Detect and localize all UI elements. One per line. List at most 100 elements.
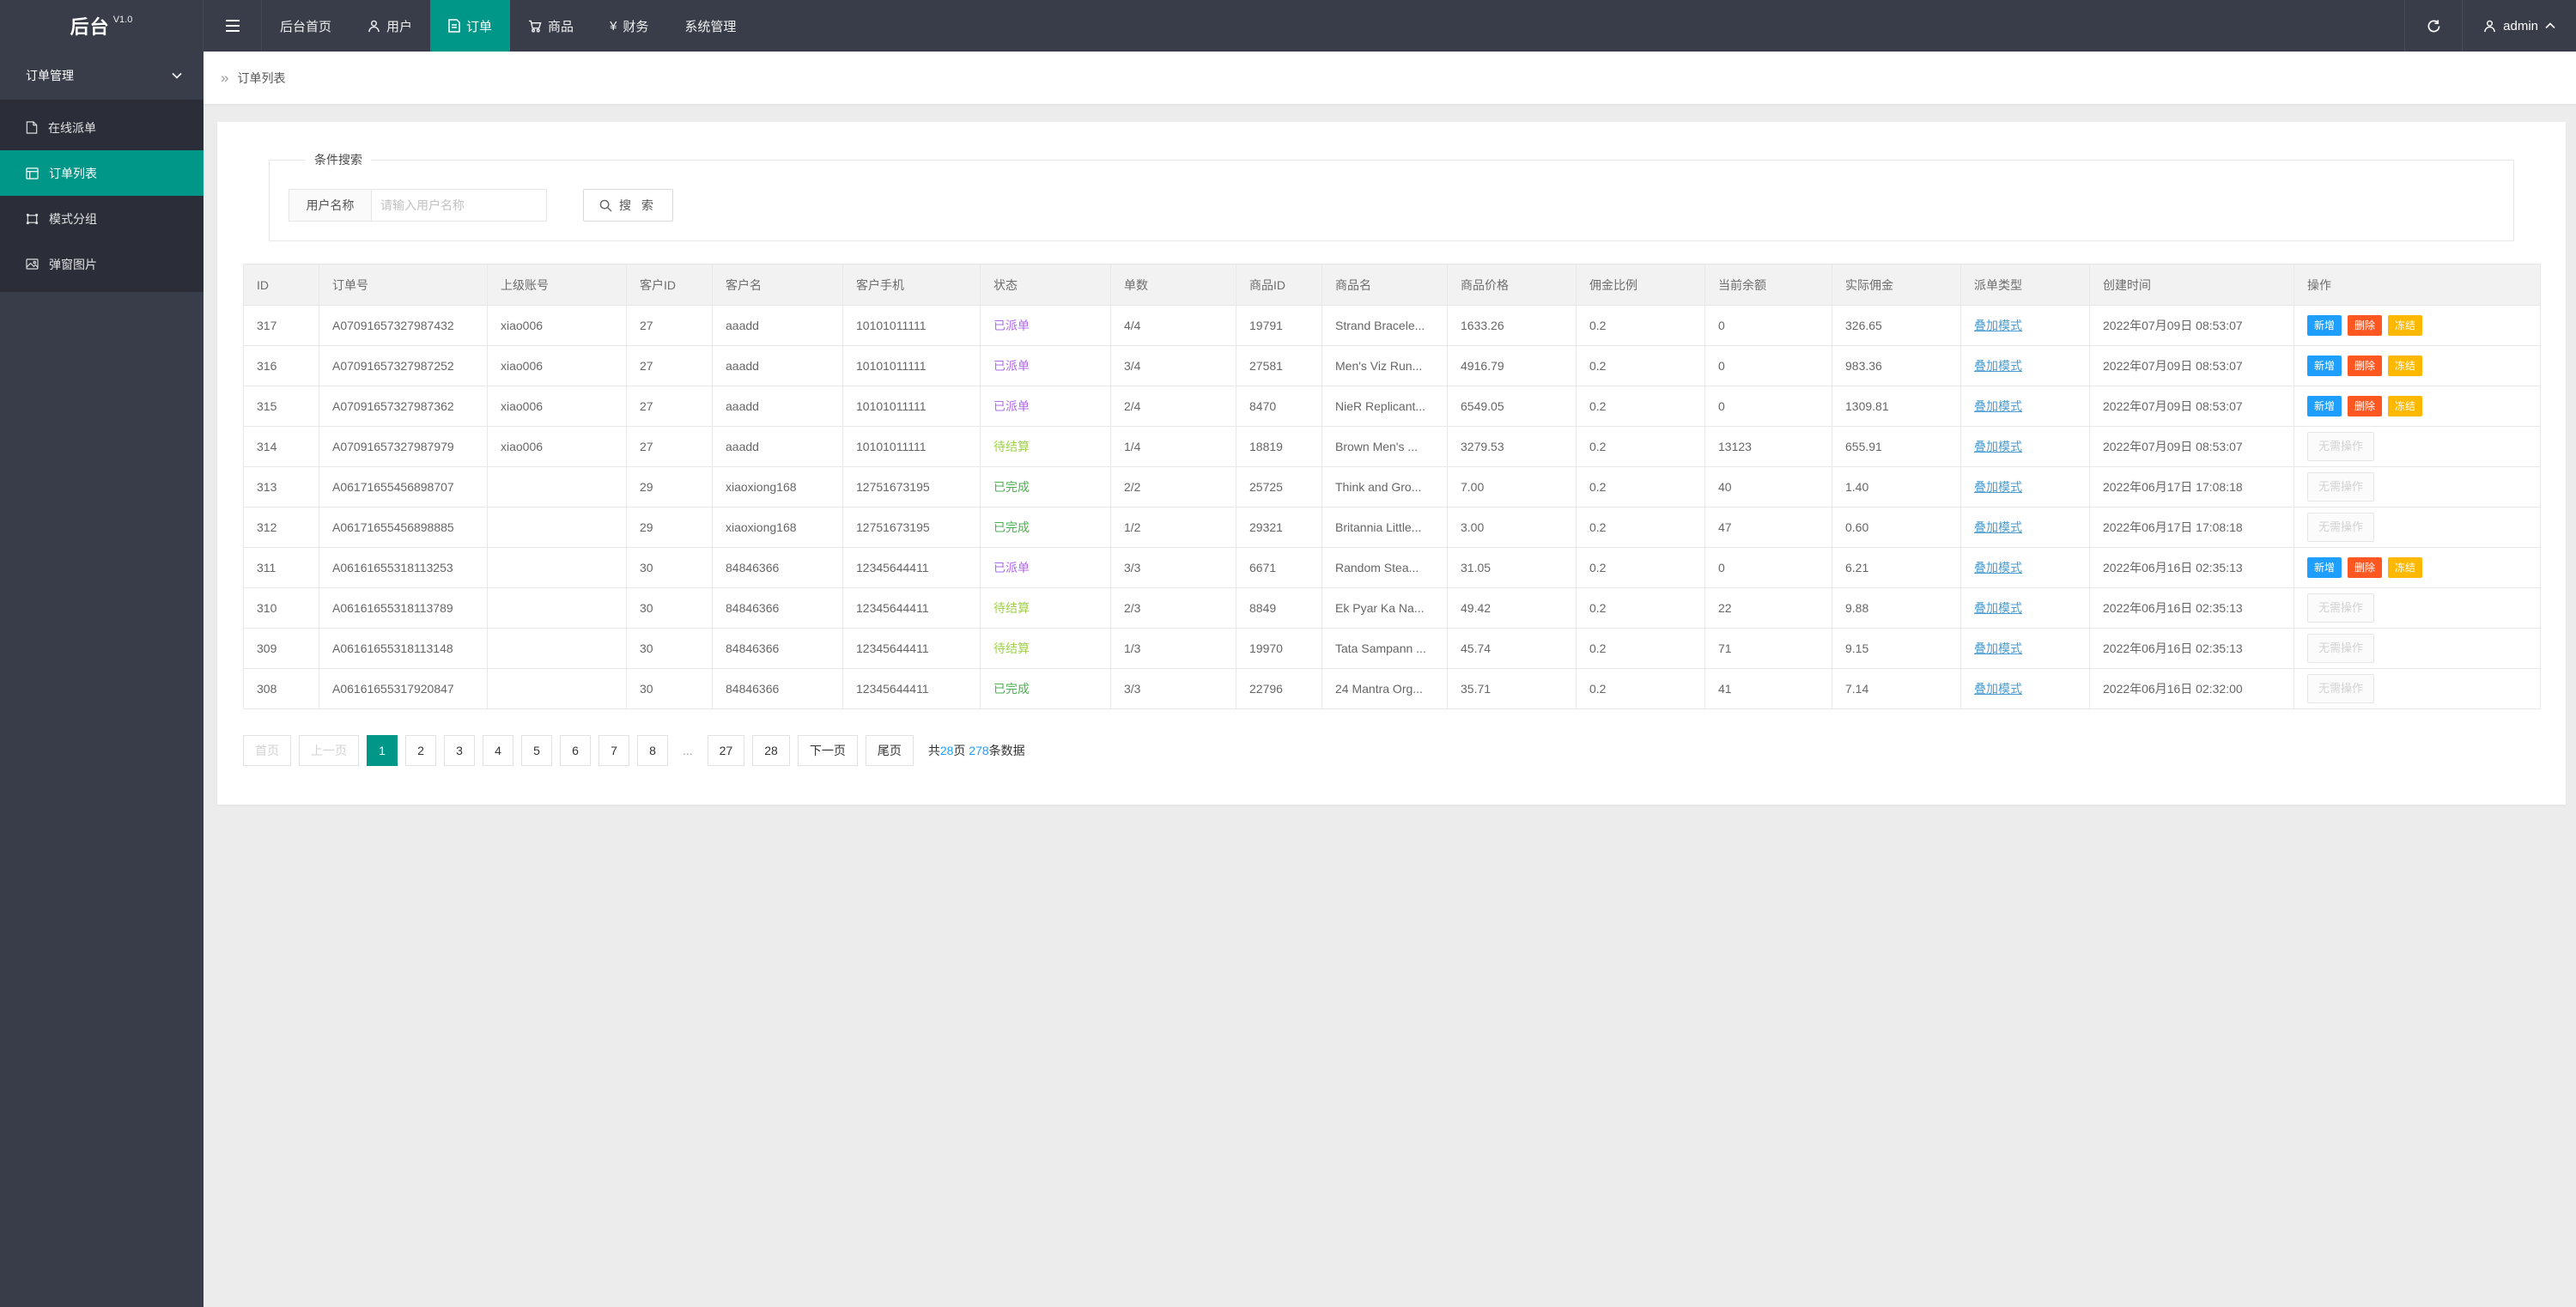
sidebar-item-popup-image[interactable]: 弹窗图片 [0, 241, 204, 287]
page-28-button[interactable]: 28 [752, 735, 790, 766]
add-button[interactable]: 新增 [2307, 557, 2342, 578]
sidebar-item-mode-group[interactable]: 模式分组 [0, 196, 204, 241]
column-header: 操作 [2293, 264, 2541, 306]
page-1-button[interactable]: 1 [367, 735, 398, 766]
cell-dispatch-type: 叠加模式 [1960, 466, 2090, 508]
add-button[interactable]: 新增 [2307, 356, 2342, 376]
pagination: 首页 上一页 1 2 3 4 5 6 7 8... 27 28 下一页 尾页 共28页 278条数… [243, 735, 2540, 766]
order-icon [448, 19, 460, 33]
column-header: 客户手机 [842, 264, 981, 306]
app-logo: 后台 V1.0 [0, 0, 204, 52]
cell-created-time: 2022年06月16日 02:35:13 [2089, 587, 2294, 629]
nav-item-finance[interactable]: ¥ 财务 [592, 0, 666, 52]
cell-order-no: A07091657327987979 [319, 426, 488, 467]
freeze-button[interactable]: 冻结 [2388, 557, 2423, 578]
cell-customer-name: 84846366 [712, 547, 843, 588]
cell-product-name: Think and Gro... [1321, 466, 1448, 508]
page-2-button[interactable]: 2 [405, 735, 436, 766]
next-page-button[interactable]: 下一页 [797, 735, 858, 766]
cell-product-price: 3279.53 [1447, 426, 1577, 467]
orders-table: ID 订单号 上级账号 客户ID 客户名 客户手机 状态 单数 商品ID 商品名 商品价格 佣金比例当… [243, 264, 2541, 709]
cell-customer-name: xiaoxiong168 [712, 507, 843, 548]
status-badge: 已派单 [993, 561, 1030, 574]
dispatch-type-link[interactable]: 叠加模式 [1974, 440, 2022, 453]
cell-customer-id: 30 [626, 587, 713, 629]
add-button[interactable]: 新增 [2307, 396, 2342, 416]
admin-menu[interactable]: admin [2463, 0, 2576, 52]
dispatch-type-link[interactable]: 叠加模式 [1974, 359, 2022, 373]
freeze-button[interactable]: 冻结 [2388, 356, 2423, 376]
search-button[interactable]: 搜 索 [583, 189, 673, 222]
app-title: 后台 [70, 16, 110, 38]
pagination-summary: 共28页 278条数据 [927, 744, 1025, 757]
nav-label: 后台首页 [280, 19, 332, 34]
nav-item-products[interactable]: 商品 [510, 0, 592, 52]
freeze-button[interactable]: 冻结 [2388, 315, 2423, 336]
page-27-button[interactable]: 27 [707, 735, 745, 766]
cell-order-no: A06161655317920847 [319, 668, 488, 709]
cell-customer-phone: 12345644411 [842, 587, 981, 629]
cell-current-balance: 22 [1704, 587, 1832, 629]
last-page-button[interactable]: 尾页 [865, 735, 914, 766]
dispatch-type-link[interactable]: 叠加模式 [1974, 319, 2022, 332]
dispatch-type-link[interactable]: 叠加模式 [1974, 520, 2022, 534]
page-6-button[interactable]: 6 [560, 735, 591, 766]
sidebar-item-order-list[interactable]: 订单列表 [0, 150, 204, 196]
content-card: 条件搜索 用户名称 搜 索 ID订单号上级账号客户ID客户名客户手机状态单数商品… [217, 122, 2566, 805]
refresh-icon[interactable] [2405, 0, 2462, 52]
delete-button[interactable]: 删除 [2348, 557, 2383, 578]
page-5-button[interactable]: 5 [521, 735, 552, 766]
cell-order-no: A06171655456898885 [319, 507, 488, 548]
app-version: V1.0 [112, 15, 133, 25]
page-8-button[interactable]: 8 [637, 735, 668, 766]
cell-order-count: 1/2 [1110, 507, 1236, 548]
first-page-button: 首页 [243, 735, 291, 766]
cell-product-price: 7.00 [1447, 466, 1577, 508]
add-button[interactable]: 新增 [2307, 315, 2342, 336]
cell-order-count: 2/4 [1110, 386, 1236, 427]
top-header: 后台 V1.0 后台首页 用户 订单 商品 ¥ 财务 系统管理 admin [0, 0, 2576, 52]
status-badge: 已派单 [993, 359, 1030, 373]
cell-actual-commission: 7.14 [1832, 668, 1961, 709]
cell-created-time: 2022年06月16日 02:35:13 [2089, 547, 2294, 588]
breadcrumb-arrows-icon: » [221, 69, 229, 86]
nav-item-orders[interactable]: 订单 [430, 0, 511, 52]
cell-product-name: Random Stea... [1321, 547, 1448, 588]
hamburger-icon[interactable] [204, 0, 262, 52]
dispatch-type-link[interactable]: 叠加模式 [1974, 561, 2022, 574]
dispatch-type-link[interactable]: 叠加模式 [1974, 682, 2022, 696]
cell-order-no: A06161655318113253 [319, 547, 488, 588]
page-3-button[interactable]: 3 [444, 735, 475, 766]
dispatch-type-link[interactable]: 叠加模式 [1974, 601, 2022, 615]
delete-button[interactable]: 删除 [2348, 396, 2383, 416]
dispatch-type-link[interactable]: 叠加模式 [1974, 399, 2022, 413]
nav-item-users[interactable]: 用户 [349, 0, 430, 52]
cell-current-balance: 40 [1704, 466, 1832, 508]
nav-item-home[interactable]: 后台首页 [262, 0, 349, 52]
cell-actions: 无需操作 [2293, 426, 2541, 467]
page-7-button[interactable]: 7 [598, 735, 629, 766]
page-4-button[interactable]: 4 [483, 735, 513, 766]
cell-id: 317 [243, 305, 319, 346]
sidebar-item-online-dispatch[interactable]: 在线派单 [0, 105, 204, 150]
column-header: 派单类型 [1960, 264, 2090, 306]
cell-customer-name: 84846366 [712, 587, 843, 629]
cell-dispatch-type: 叠加模式 [1960, 587, 2090, 629]
freeze-button[interactable]: 冻结 [2388, 396, 2423, 416]
delete-button[interactable]: 删除 [2348, 356, 2383, 376]
cell-product-id: 27581 [1236, 345, 1322, 386]
dispatch-type-link[interactable]: 叠加模式 [1974, 641, 2022, 655]
nav-item-system[interactable]: 系统管理 [666, 0, 754, 52]
cell-customer-phone: 10101011111 [842, 386, 981, 427]
username-input[interactable] [371, 189, 547, 222]
cell-parent-account [487, 587, 627, 629]
column-header: 当前余额 [1704, 264, 1832, 306]
delete-button[interactable]: 删除 [2348, 315, 2383, 336]
sidebar-group-order-management[interactable]: 订单管理 [0, 52, 204, 100]
dispatch-type-link[interactable]: 叠加模式 [1974, 480, 2022, 494]
total-pages: 28 [939, 744, 954, 757]
column-header: 客户名 [712, 264, 843, 306]
cell-customer-id: 30 [626, 547, 713, 588]
cell-parent-account: xiao006 [487, 426, 627, 467]
cell-commission-ratio: 0.2 [1576, 587, 1705, 629]
